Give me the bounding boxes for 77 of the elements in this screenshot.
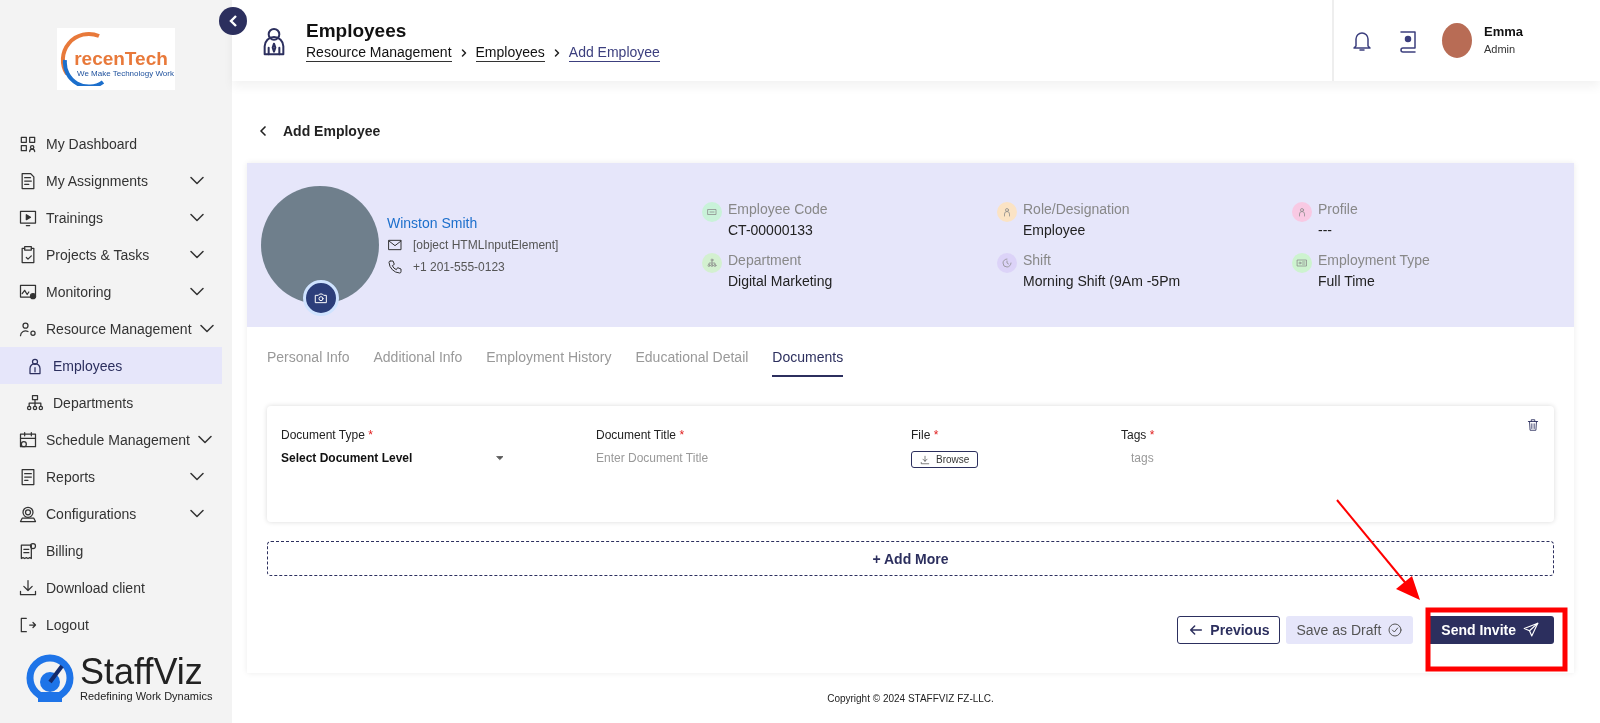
breadcrumb-link[interactable]: Resource Management: [306, 43, 452, 62]
sidebar-item[interactable]: Projects & Tasks: [0, 236, 222, 273]
user-role: Admin: [1484, 43, 1516, 55]
sidebar-item[interactable]: Departments: [0, 384, 222, 421]
page-title: Employees: [306, 19, 408, 42]
sidebar-item[interactable]: Employees: [0, 347, 222, 384]
receipt-icon: [18, 540, 38, 561]
download-icon: [920, 454, 930, 465]
chevron-down-icon: [190, 176, 204, 185]
field-label: Role/Designation: [1023, 201, 1130, 217]
field-value: CT-00000133: [728, 222, 814, 238]
user-avatar[interactable]: [1442, 23, 1472, 58]
chevron-down-icon: [198, 435, 212, 444]
hierarchy-icon: [25, 392, 45, 413]
sidebar-item[interactable]: Monitoring: [0, 273, 222, 310]
camera-icon: [313, 290, 329, 306]
save-draft-button[interactable]: Save as Draft: [1286, 616, 1414, 644]
sidebar-item[interactable]: Download client: [0, 569, 222, 606]
sidebar-item[interactable]: My Dashboard: [0, 125, 222, 162]
input-field[interactable]: tags: [1131, 451, 1321, 465]
paper-plane-icon: [1522, 621, 1540, 639]
document-type-select[interactable]: Select Document Level: [281, 451, 506, 465]
sidebar-item[interactable]: Resource Management: [0, 310, 222, 347]
chevron-down-icon: [190, 287, 204, 296]
chevron-down-icon: [190, 472, 204, 481]
camera-button[interactable]: [303, 280, 339, 316]
calendar-icon: [18, 429, 38, 450]
field-label: Tags *: [1121, 428, 1156, 442]
brand-tagline: Redefining Work Dynamics: [80, 690, 213, 702]
field-label: Shift: [1023, 252, 1052, 268]
field-label: Profile: [1318, 201, 1358, 217]
logo-name: recenTech: [74, 47, 168, 70]
sidebar-item[interactable]: Billing: [0, 532, 222, 569]
copyright-text: Copyright © 2024 STAFFVIZ FZ-LLC.: [826, 693, 995, 704]
field-value: Morning Shift (9Am -5Pm: [1023, 273, 1181, 289]
logo-tagline: We Make Technology Work: [77, 68, 174, 78]
field-label: Document Title *: [596, 428, 686, 442]
field-label: Department: [728, 252, 803, 268]
chevron-down-icon: [190, 250, 204, 259]
previous-button[interactable]: Previous: [1177, 616, 1281, 644]
trash-icon[interactable]: [1526, 418, 1540, 432]
mail-icon: [387, 237, 403, 253]
chevron-down-icon: [199, 324, 214, 333]
arrow-left-icon: [1188, 622, 1205, 638]
phone-icon: [387, 259, 403, 275]
sidebar-item[interactable]: Logout: [0, 606, 222, 633]
sidebar-item[interactable]: Reports: [0, 458, 222, 495]
field-value: Full Time: [1318, 273, 1376, 289]
tab[interactable]: Documents: [772, 349, 844, 377]
download-icon: [18, 577, 38, 598]
chevron-down-icon: [190, 213, 204, 222]
phone-text: +1 201-555-0123: [413, 260, 505, 274]
field-label: Document Type *: [281, 428, 374, 442]
sidebar-item[interactable]: Trainings: [0, 199, 222, 236]
sidebar-item[interactable]: Configurations: [0, 495, 222, 532]
collapse-button[interactable]: [219, 7, 247, 35]
sidebar-item[interactable]: Schedule Management: [0, 421, 222, 458]
field-label: Employee Code: [728, 201, 828, 217]
brand-logo-icon: [24, 652, 76, 704]
form-title: Add Employee: [283, 123, 381, 139]
field-value: ---: [1318, 222, 1333, 238]
input-field[interactable]: Enter Document Title: [596, 451, 911, 465]
field-value: Digital Marketing: [728, 273, 833, 289]
user-name: Emma: [1484, 24, 1524, 39]
check-circle-icon: [1387, 622, 1404, 638]
add-more-button[interactable]: + Add More: [267, 541, 1554, 576]
breadcrumb-link[interactable]: Add Employee: [568, 43, 660, 62]
field-label: File *: [911, 428, 940, 442]
browse-button[interactable]: Browse: [911, 451, 979, 468]
field-label: Employment Type: [1318, 252, 1430, 268]
sidebar-item[interactable]: My Assignments: [0, 162, 222, 199]
employee-name: Winston Smith: [387, 215, 479, 231]
brand-name: StaffViz: [80, 654, 204, 690]
breadcrumb-link[interactable]: Employees: [475, 43, 545, 62]
chevron-down-icon: [190, 509, 204, 518]
field-value: Employee: [1023, 222, 1087, 238]
email-text: [object HTMLInputElement]: [413, 238, 559, 252]
